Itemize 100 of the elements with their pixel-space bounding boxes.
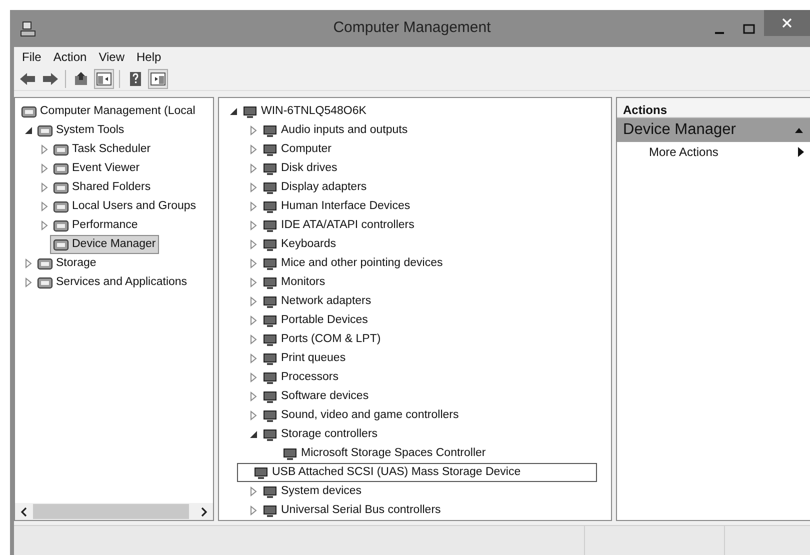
scrollbar-thumb[interactable] bbox=[33, 504, 189, 519]
collapse-arrow-icon[interactable] bbox=[228, 106, 238, 117]
menu-item[interactable]: Action bbox=[47, 48, 93, 66]
tree-item-label[interactable]: USB Attached SCSI (UAS) Mass Storage Device bbox=[272, 464, 521, 482]
expand-arrow-icon[interactable] bbox=[248, 296, 258, 307]
device-icon bbox=[262, 408, 278, 424]
device-icon bbox=[262, 236, 278, 252]
tree-item-label[interactable]: Ports (COM & LPT) bbox=[281, 330, 381, 348]
tree-item-label[interactable]: Universal Serial Bus controllers bbox=[281, 502, 441, 520]
scroll-left-icon[interactable] bbox=[19, 506, 29, 516]
horizontal-scrollbar[interactable] bbox=[15, 503, 213, 520]
pane-toggle-button[interactable] bbox=[148, 68, 168, 88]
collapse-arrow-icon[interactable] bbox=[23, 125, 33, 136]
tool-icon bbox=[37, 256, 53, 272]
expand-arrow-icon[interactable] bbox=[248, 505, 258, 516]
back-arrow-icon bbox=[19, 70, 35, 86]
tree-item-label[interactable]: Storage controllers bbox=[281, 426, 378, 444]
tool-icon bbox=[53, 198, 69, 214]
expand-arrow-icon[interactable] bbox=[248, 334, 258, 345]
tree-item-label[interactable]: Task Scheduler bbox=[72, 140, 151, 158]
tree-item-label[interactable]: Performance bbox=[72, 216, 138, 234]
device-icon bbox=[262, 426, 278, 442]
expand-arrow-icon[interactable] bbox=[39, 144, 49, 155]
tree-item-label[interactable]: Device Manager bbox=[72, 236, 156, 254]
menu-item[interactable]: File bbox=[16, 48, 48, 66]
pane-toggle-icon bbox=[96, 70, 112, 86]
selection-outline[interactable]: USB Attached SCSI (UAS) Mass Storage Device bbox=[237, 463, 597, 482]
tree-item-label[interactable]: Software devices bbox=[281, 388, 369, 406]
expand-arrow-icon[interactable] bbox=[248, 486, 258, 497]
collapse-arrow-icon[interactable] bbox=[248, 429, 258, 440]
expand-arrow-icon[interactable] bbox=[248, 410, 258, 421]
scroll-right-icon[interactable] bbox=[199, 506, 209, 516]
expand-arrow-icon[interactable] bbox=[248, 353, 258, 364]
tree-item-label[interactable]: Event Viewer bbox=[72, 160, 140, 178]
tool-icon bbox=[53, 236, 69, 252]
device-icon bbox=[262, 332, 278, 348]
tool-icon bbox=[53, 142, 69, 158]
expand-arrow-icon[interactable] bbox=[39, 220, 49, 231]
tree-item-label[interactable]: Local Users and Groups bbox=[72, 198, 196, 216]
section-title: Device Manager bbox=[623, 120, 736, 140]
device-icon bbox=[262, 350, 278, 366]
expand-arrow-icon[interactable] bbox=[248, 220, 258, 231]
expand-arrow-icon[interactable] bbox=[248, 182, 258, 193]
tree-item-label[interactable]: System devices bbox=[281, 482, 362, 500]
tree-item-label[interactable]: Network adapters bbox=[281, 292, 372, 310]
expand-arrow-icon[interactable] bbox=[248, 258, 258, 269]
menu-item[interactable]: View bbox=[92, 48, 130, 66]
tree-item-label[interactable]: Processors bbox=[281, 368, 339, 386]
device-icon bbox=[262, 142, 278, 158]
expand-arrow-icon[interactable] bbox=[23, 277, 33, 288]
expand-arrow-icon[interactable] bbox=[248, 163, 258, 174]
expand-arrow-icon[interactable] bbox=[23, 258, 33, 269]
action-link[interactable]: More Actions bbox=[649, 143, 718, 161]
expand-arrow-icon[interactable] bbox=[248, 315, 258, 326]
device-icon bbox=[262, 388, 278, 404]
collapse-arrow-icon[interactable] bbox=[794, 126, 804, 134]
expand-arrow-icon[interactable] bbox=[39, 182, 49, 193]
device-icon bbox=[262, 180, 278, 196]
device-icon bbox=[262, 256, 278, 272]
expand-arrow-icon[interactable] bbox=[248, 391, 258, 402]
expand-arrow-icon[interactable] bbox=[248, 277, 258, 288]
expand-arrow-icon[interactable] bbox=[248, 201, 258, 212]
up-folder-icon bbox=[73, 70, 89, 86]
pane-header: Actions bbox=[617, 98, 810, 118]
tree-item-label[interactable]: Keyboards bbox=[281, 236, 336, 254]
tree-item-label[interactable]: Storage bbox=[56, 254, 96, 272]
menu-item[interactable]: Help bbox=[130, 48, 168, 66]
expand-arrow-icon[interactable] bbox=[39, 201, 49, 212]
tree-item-label[interactable]: Microsoft Storage Spaces Controller bbox=[301, 444, 486, 462]
tree-item-label[interactable]: Disk drives bbox=[281, 160, 338, 178]
device-icon bbox=[262, 502, 278, 518]
tree-item-label[interactable]: Sound, video and game controllers bbox=[281, 406, 459, 424]
tree-item-label[interactable]: WIN-6TNLQ548O6K bbox=[261, 102, 366, 120]
selection-highlight[interactable]: Device Manager bbox=[50, 235, 159, 254]
submenu-arrow-icon bbox=[798, 147, 804, 157]
expand-arrow-icon[interactable] bbox=[248, 144, 258, 155]
tree-item-label[interactable]: System Tools bbox=[56, 122, 124, 140]
tree-item-label[interactable]: Mice and other pointing devices bbox=[281, 254, 443, 272]
tree-item-label[interactable]: Shared Folders bbox=[72, 178, 151, 196]
device-icon bbox=[262, 198, 278, 214]
tool-icon bbox=[53, 218, 69, 234]
expand-arrow-icon[interactable] bbox=[248, 125, 258, 136]
tree-item-label[interactable]: Display adapters bbox=[281, 178, 367, 196]
tree-item-label[interactable]: Print queues bbox=[281, 350, 346, 368]
tree-item-label[interactable]: Services and Applications bbox=[56, 274, 188, 292]
tree-item-label[interactable]: Human Interface Devices bbox=[281, 198, 410, 216]
tree-item-label[interactable]: IDE ATA/ATAPI controllers bbox=[281, 216, 414, 234]
tree-item-label[interactable]: Computer bbox=[281, 140, 332, 158]
section-header[interactable]: Device Manager bbox=[617, 118, 810, 142]
tool-icon bbox=[53, 160, 69, 176]
tree-item-label[interactable]: Monitors bbox=[281, 274, 326, 292]
tool-icon bbox=[53, 180, 69, 196]
tree-item-label[interactable]: Audio inputs and outputs bbox=[281, 122, 408, 140]
tree-item-label[interactable]: Computer Management (Local bbox=[40, 102, 196, 120]
expand-arrow-icon[interactable] bbox=[248, 239, 258, 250]
expand-arrow-icon[interactable] bbox=[39, 163, 49, 174]
tree-item-label[interactable]: Portable Devices bbox=[281, 312, 368, 330]
expand-arrow-icon[interactable] bbox=[248, 372, 258, 383]
pane-toggle-button[interactable] bbox=[94, 68, 114, 88]
close-button[interactable] bbox=[764, 10, 810, 36]
